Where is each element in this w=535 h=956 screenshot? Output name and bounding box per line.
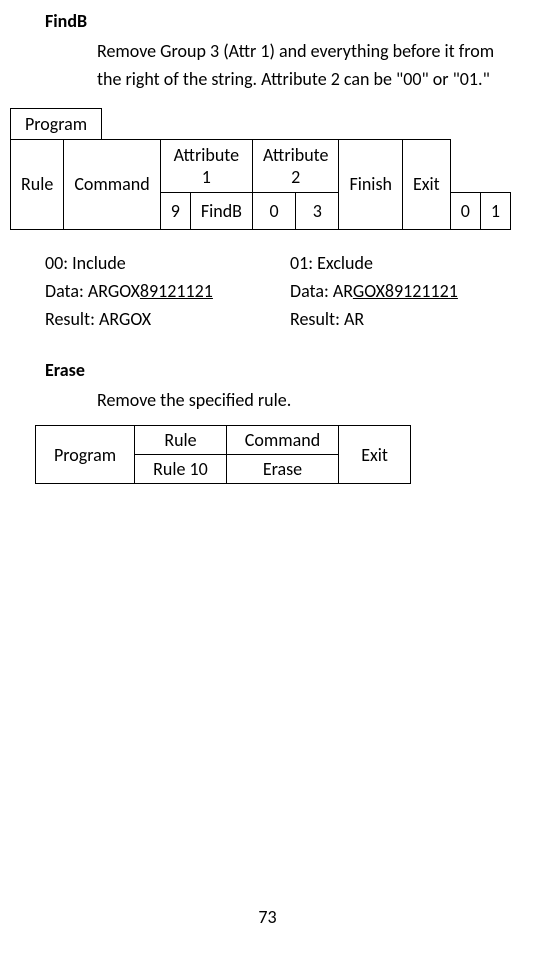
example-title: 01: Exclude [290,250,535,278]
col-command-header: Command [64,139,160,229]
findb-rule-table: Rule Command Attribute 1 Attribute 2 Fin… [10,139,511,230]
cell-command-value: Erase [226,455,338,484]
example-exclude: 01: Exclude Data: ARGOX89121121 Result: … [290,250,535,334]
col-rule-header: Rule [11,139,64,229]
col-exit-header: Exit [402,139,450,229]
table-row: Program Rule Command Exit [36,426,411,455]
page-number: 73 [0,906,535,928]
cell-rule-header: Rule [135,426,227,455]
findb-examples: 00: Include Data: ARGOX89121121 Result: … [45,250,505,334]
col-attr1-header: Attribute 1 [160,139,252,192]
cell-rule: 9 [160,192,190,229]
cell-command: FindB [190,192,252,229]
cell-a1b: 3 [296,192,339,229]
findb-heading: FindB [45,10,505,32]
cell-a2b: 1 [480,192,510,229]
example-data-plain: Data: ARGOX [45,280,140,302]
table-row: Rule Command Attribute 1 Attribute 2 Fin… [11,139,511,192]
erase-heading: Erase [45,359,505,381]
example-data: Data: ARGOX89121121 [45,278,290,306]
erase-description: Remove the specified rule. [97,387,505,415]
example-title: 00: Include [45,250,290,278]
erase-rule-table: Program Rule Command Exit Rule 10 Erase [35,425,411,484]
example-include: 00: Include Data: ARGOX89121121 Result: … [45,250,290,334]
cell-a1a: 0 [252,192,295,229]
findb-description: Remove Group 3 (Attr 1) and everything b… [97,38,505,94]
example-result: Result: ARGOX [45,306,290,334]
example-data-plain: Data: AR [290,280,353,302]
cell-a2a: 0 [450,192,480,229]
col-finish-header: Finish [339,139,403,229]
cell-rule-value: Rule 10 [135,455,227,484]
example-result: Result: AR [290,306,535,334]
program-tab-label: Program [10,108,102,139]
example-data-underlined: 89121121 [140,280,213,302]
cell-program: Program [36,426,135,484]
cell-exit: Exit [339,426,411,484]
example-data-underlined: GOX89121121 [353,280,458,302]
col-attr2-header: Attribute 2 [252,139,339,192]
cell-command-header: Command [226,426,338,455]
example-data: Data: ARGOX89121121 [290,278,535,306]
